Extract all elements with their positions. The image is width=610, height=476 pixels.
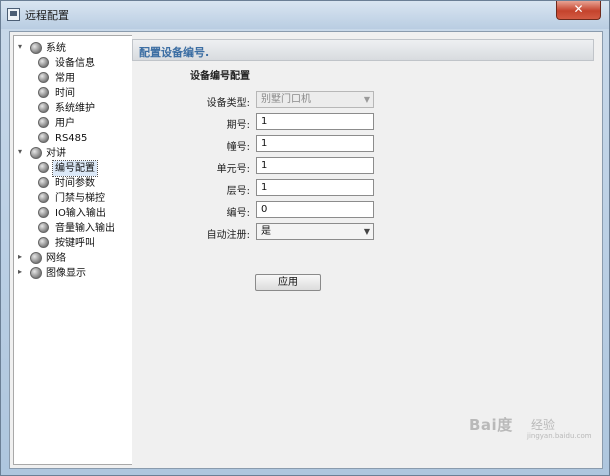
section-title: 设备编号配置 bbox=[190, 71, 250, 82]
number-input[interactable] bbox=[256, 201, 374, 218]
tree-item-access-elevator[interactable]: 门禁与梯控 bbox=[38, 191, 130, 206]
tree-item-label: 时间 bbox=[55, 88, 75, 99]
device-type-select: 别墅门口机 ▼ bbox=[256, 91, 374, 108]
tree-item-label: 音量输入输出 bbox=[55, 223, 115, 234]
watermark-sub: 经验 bbox=[531, 418, 556, 432]
tree-group-label: 图像显示 bbox=[46, 268, 86, 279]
navigation-tree[interactable]: ▾ 系统 设备信息 常用 时间 系统维护 用户 RS485 ▾ 对讲 编号配置 … bbox=[13, 35, 133, 465]
tree-item-key-call[interactable]: 按键呼叫 bbox=[38, 236, 130, 251]
tree-group-label: 系统 bbox=[46, 43, 66, 54]
period-input[interactable] bbox=[256, 113, 374, 130]
floor-label: 层号: bbox=[226, 186, 250, 197]
app-window-icon bbox=[7, 8, 20, 21]
unit-label: 单元号: bbox=[216, 164, 250, 175]
tree-group-image-display[interactable]: ▸ 图像显示 bbox=[18, 266, 130, 281]
window-titlebar[interactable]: 远程配置 ✕ bbox=[1, 1, 609, 29]
settings-globe-icon bbox=[38, 72, 49, 83]
content-header-title: 配置设备编号. bbox=[139, 46, 210, 59]
tree-item-user[interactable]: 用户 bbox=[38, 116, 130, 131]
period-label: 期号: bbox=[226, 120, 250, 131]
settings-globe-icon bbox=[38, 207, 49, 218]
floor-input[interactable] bbox=[256, 179, 374, 196]
tree-group-network[interactable]: ▸ 网络 bbox=[18, 251, 130, 266]
tree-item-label: IO输入输出 bbox=[55, 208, 106, 219]
number-label: 编号: bbox=[226, 208, 250, 219]
settings-globe-icon bbox=[38, 87, 49, 98]
device-type-label: 设备类型: bbox=[206, 98, 250, 109]
expand-icon[interactable]: ▾ bbox=[18, 147, 28, 156]
window-title: 远程配置 bbox=[25, 9, 69, 22]
baidu-jingyan-watermark: Bai度 经验 jingyan.baidu.com bbox=[469, 408, 592, 440]
building-label: 幢号: bbox=[226, 142, 250, 153]
tree-item-label: 按键呼叫 bbox=[55, 238, 95, 249]
chevron-down-icon: ▼ bbox=[363, 95, 370, 104]
config-content-panel: 配置设备编号. 设备编号配置 设备类型: 别墅门口机 ▼ 期号: 幢号: 单元号… bbox=[132, 35, 600, 465]
device-type-value: 别墅门口机 bbox=[261, 94, 311, 105]
tree-item-maintenance[interactable]: 系统维护 bbox=[38, 101, 130, 116]
tree-item-volume[interactable]: 音量输入输出 bbox=[38, 221, 130, 236]
chevron-down-icon[interactable]: ▼ bbox=[364, 224, 370, 239]
tree-group-system[interactable]: ▾ 系统 bbox=[18, 41, 130, 56]
settings-globe-icon bbox=[38, 117, 49, 128]
expand-icon[interactable]: ▸ bbox=[18, 252, 28, 261]
tree-group-label: 网络 bbox=[46, 253, 66, 264]
tree-item-io[interactable]: IO输入输出 bbox=[38, 206, 130, 221]
globe-icon bbox=[30, 42, 42, 54]
settings-globe-icon bbox=[38, 237, 49, 248]
globe-icon bbox=[30, 252, 42, 264]
settings-globe-icon bbox=[38, 132, 49, 143]
content-header: 配置设备编号. bbox=[132, 39, 594, 61]
expand-icon[interactable]: ▸ bbox=[18, 267, 28, 276]
auto-register-label: 自动注册: bbox=[206, 230, 250, 241]
auto-register-select[interactable]: 是 ▼ bbox=[256, 223, 374, 240]
settings-globe-icon bbox=[38, 177, 49, 188]
building-input[interactable] bbox=[256, 135, 374, 152]
tree-item-rs485[interactable]: RS485 bbox=[38, 131, 130, 146]
watermark-url: jingyan.baidu.com bbox=[527, 432, 592, 440]
tree-item-label: 编号配置 bbox=[52, 160, 98, 177]
tree-item-label: 用户 bbox=[55, 118, 75, 129]
tree-group-intercom[interactable]: ▾ 对讲 bbox=[18, 146, 130, 161]
settings-globe-icon bbox=[38, 162, 49, 173]
globe-icon bbox=[30, 267, 42, 279]
apply-button[interactable]: 应用 bbox=[255, 274, 321, 291]
unit-input[interactable] bbox=[256, 157, 374, 174]
tree-item-number-config[interactable]: 编号配置 bbox=[38, 160, 130, 177]
close-button[interactable]: ✕ bbox=[556, 1, 601, 20]
globe-icon bbox=[30, 147, 42, 159]
settings-globe-icon bbox=[38, 102, 49, 113]
tree-item-label: 常用 bbox=[55, 73, 75, 84]
tree-item-label: 时间参数 bbox=[55, 178, 95, 189]
auto-register-value: 是 bbox=[261, 226, 271, 237]
tree-item-label: 门禁与梯控 bbox=[55, 193, 105, 204]
expand-icon[interactable]: ▾ bbox=[18, 42, 28, 51]
tree-item-common[interactable]: 常用 bbox=[38, 71, 130, 86]
settings-globe-icon bbox=[38, 57, 49, 68]
window-client-area: ▾ 系统 设备信息 常用 时间 系统维护 用户 RS485 ▾ 对讲 编号配置 … bbox=[9, 31, 603, 469]
settings-globe-icon bbox=[38, 222, 49, 233]
tree-item-time-params[interactable]: 时间参数 bbox=[38, 176, 130, 191]
tree-item-time[interactable]: 时间 bbox=[38, 86, 130, 101]
tree-item-label: 系统维护 bbox=[55, 103, 95, 114]
close-icon: ✕ bbox=[573, 2, 584, 16]
tree-item-device-info[interactable]: 设备信息 bbox=[38, 56, 130, 71]
settings-globe-icon bbox=[38, 192, 49, 203]
tree-group-label: 对讲 bbox=[46, 148, 66, 159]
tree-item-label: 设备信息 bbox=[55, 58, 95, 69]
remote-config-window: 远程配置 ✕ ▾ 系统 设备信息 常用 时间 系统维护 用户 RS485 ▾ 对… bbox=[0, 0, 610, 476]
tree-item-label: RS485 bbox=[55, 133, 88, 144]
watermark-brand: Bai度 bbox=[469, 416, 513, 434]
